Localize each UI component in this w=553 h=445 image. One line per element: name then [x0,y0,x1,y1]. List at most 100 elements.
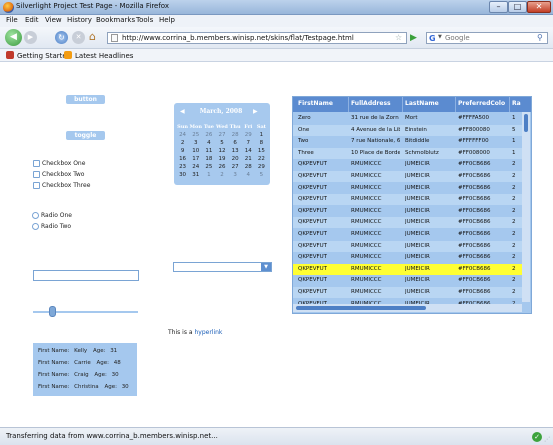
radio-one[interactable] [32,212,39,219]
table-row[interactable]: QKPEVFUT RMUMICCC JUMEICIR #FF0CB686 2 [293,183,523,194]
table-row[interactable]: QKPEVFUT RMUMICCC JUMEICIR #FF0CB686 2 [293,206,523,217]
calendar-day[interactable]: 6 [229,139,242,147]
column-header-preferredcolor[interactable]: PreferredColo [458,100,508,107]
column-header-lastname[interactable]: LastName [405,100,453,107]
text-input[interactable] [33,270,139,281]
table-row-selected[interactable]: QKPEVFUT RMUMICCC JUMEICIR #FF0CB686 2 [293,263,523,275]
calendar-day[interactable]: 26 [202,131,215,139]
resize-grip-icon[interactable]: ⋰ [544,436,550,443]
table-row[interactable]: QKPEVFUT RMUMICCC JUMEICIR #FF0CB686 2 [293,252,523,263]
url-text[interactable]: http://www.corrina_b.members.winisp.net/… [122,34,354,42]
calendar-day[interactable]: 19 [215,155,228,163]
table-row[interactable]: QKPEVFUT RMUMICCC JUMEICIR #FF0CB686 2 [293,171,523,182]
search-engine-dropdown-icon[interactable]: ▼ [438,34,442,40]
calendar-day[interactable]: 23 [176,163,189,171]
calendar-day[interactable]: 29 [255,163,268,171]
calendar-day[interactable]: 25 [189,131,202,139]
calendar-day[interactable]: 31 [189,171,202,179]
menu-view[interactable]: View [45,16,62,24]
google-icon[interactable]: G [429,34,438,43]
list-item[interactable]: First Name: Christina Age: 30 [38,384,129,390]
calendar-day[interactable]: 25 [202,163,215,171]
calendar-day[interactable]: 17 [189,155,202,163]
table-row[interactable]: One 4 Avenue de la Lib Einstein #FF800080 5 [293,124,523,136]
calendar-day[interactable]: 22 [255,155,268,163]
calendar-day[interactable]: 28 [242,163,255,171]
calendar-day[interactable]: 15 [255,147,268,155]
calendar-day[interactable]: 7 [242,139,255,147]
reload-icon[interactable]: ↻ [55,31,68,44]
calendar-day[interactable]: 24 [176,131,189,139]
home-icon[interactable]: ⌂ [89,31,103,44]
list-item[interactable]: First Name: Carrie Age: 48 [38,360,121,366]
stop-icon[interactable]: ✕ [72,31,85,44]
calendar-day[interactable]: 10 [189,147,202,155]
radio-two[interactable] [32,223,39,230]
search-box[interactable]: G ▼ ⚲ [426,32,548,44]
list-item[interactable]: First Name: Kelly Age: 31 [38,348,117,354]
calendar-day[interactable]: 16 [176,155,189,163]
list-item[interactable]: First Name: Craig Age: 30 [38,372,119,378]
go-icon[interactable]: ▶ [410,32,420,44]
toggle-button[interactable]: toggle [66,131,105,140]
calendar-day[interactable]: 12 [215,147,228,155]
menu-tools[interactable]: Tools [136,16,153,24]
hyperlink[interactable]: hyperlink [194,329,222,336]
checkbox-one[interactable] [33,160,40,167]
horizontal-scroll-thumb[interactable] [296,306,426,310]
minimize-button[interactable]: – [489,1,508,13]
table-row[interactable]: QKPEVFUT RMUMICCC JUMEICIR #FF0CB686 2 [293,229,523,240]
menu-edit[interactable]: Edit [25,16,39,24]
search-icon[interactable]: ⚲ [537,33,543,42]
bookmark-getting-started[interactable]: Getting Started [6,51,71,60]
menu-file[interactable]: File [6,16,18,24]
table-row[interactable]: Two 7 rue Nationale, 6 Bitdiddle #FFFFFF00 1 [293,136,523,147]
calendar-prev-icon[interactable]: ◀ [180,108,185,115]
calendar-day[interactable]: 1 [255,131,268,139]
calendar-day[interactable]: 8 [255,139,268,147]
calendar-title[interactable]: March, 2008 [193,108,249,115]
close-button[interactable]: ✕ [527,1,551,13]
calendar-day[interactable]: 3 [229,171,242,179]
calendar-day[interactable]: 13 [229,147,242,155]
calendar-day[interactable]: 4 [202,139,215,147]
calendar-day[interactable]: 5 [215,139,228,147]
calendar-day[interactable]: 2 [215,171,228,179]
table-row[interactable]: QKPEVFUT RMUMICCC JUMEICIR #FF0CB686 2 [293,194,523,206]
address-bar[interactable]: http://www.corrina_b.members.winisp.net/… [107,32,407,44]
calendar-day[interactable]: 18 [202,155,215,163]
calendar-day[interactable]: 9 [176,147,189,155]
column-header-firstname[interactable]: FirstName [298,100,346,107]
calendar-day[interactable]: 4 [242,171,255,179]
calendar-next-icon[interactable]: ▶ [253,108,258,115]
calendar-day[interactable]: 2 [176,139,189,147]
table-row[interactable]: Zero 31 rue de la Zorn Mort #FFFFA500 1 [293,113,523,124]
table-row[interactable]: Three 10 Place de Borde Schmolblutz #FF0080… [293,147,523,159]
calendar-day[interactable]: 11 [202,147,215,155]
table-row[interactable]: QKPEVFUT RMUMICCC JUMEICIR #FF0CB686 2 [293,275,523,286]
calendar-day[interactable]: 28 [229,131,242,139]
calendar-day[interactable]: 26 [215,163,228,171]
checkbox-two[interactable] [33,171,40,178]
menu-help[interactable]: Help [159,16,175,24]
checkbox-three[interactable] [33,182,40,189]
calendar-day[interactable]: 3 [189,139,202,147]
column-header-fulladdress[interactable]: FullAddress [351,100,399,107]
bookmark-star-icon[interactable]: ☆ [395,33,402,42]
table-row[interactable]: QKPEVFUT RMUMICCC JUMEICIR #FF0CB686 2 [293,159,523,170]
calendar-day[interactable]: 1 [202,171,215,179]
combo-box[interactable]: ▼ [173,262,272,272]
chevron-down-icon[interactable]: ▼ [261,263,271,271]
data-grid[interactable]: FirstName FullAddress LastName Preferred… [292,96,532,314]
maximize-button[interactable]: □ [508,1,527,13]
back-arrow-icon[interactable]: ◀ [5,29,22,46]
calendar-day[interactable]: 29 [242,131,255,139]
table-row[interactable]: QKPEVFUT RMUMICCC JUMEICIR #FF0CB686 2 [293,287,523,298]
search-input[interactable] [445,33,535,43]
vertical-scroll-thumb[interactable] [524,114,528,132]
table-row[interactable]: QKPEVFUT RMUMICCC JUMEICIR #FF0CB686 2 [293,240,523,252]
vertical-scrollbar[interactable] [522,112,530,302]
table-row[interactable]: QKPEVFUT RMUMICCC JUMEICIR #FF0CB686 2 [293,217,523,229]
calendar-day[interactable]: 14 [242,147,255,155]
calendar-day[interactable]: 21 [242,155,255,163]
